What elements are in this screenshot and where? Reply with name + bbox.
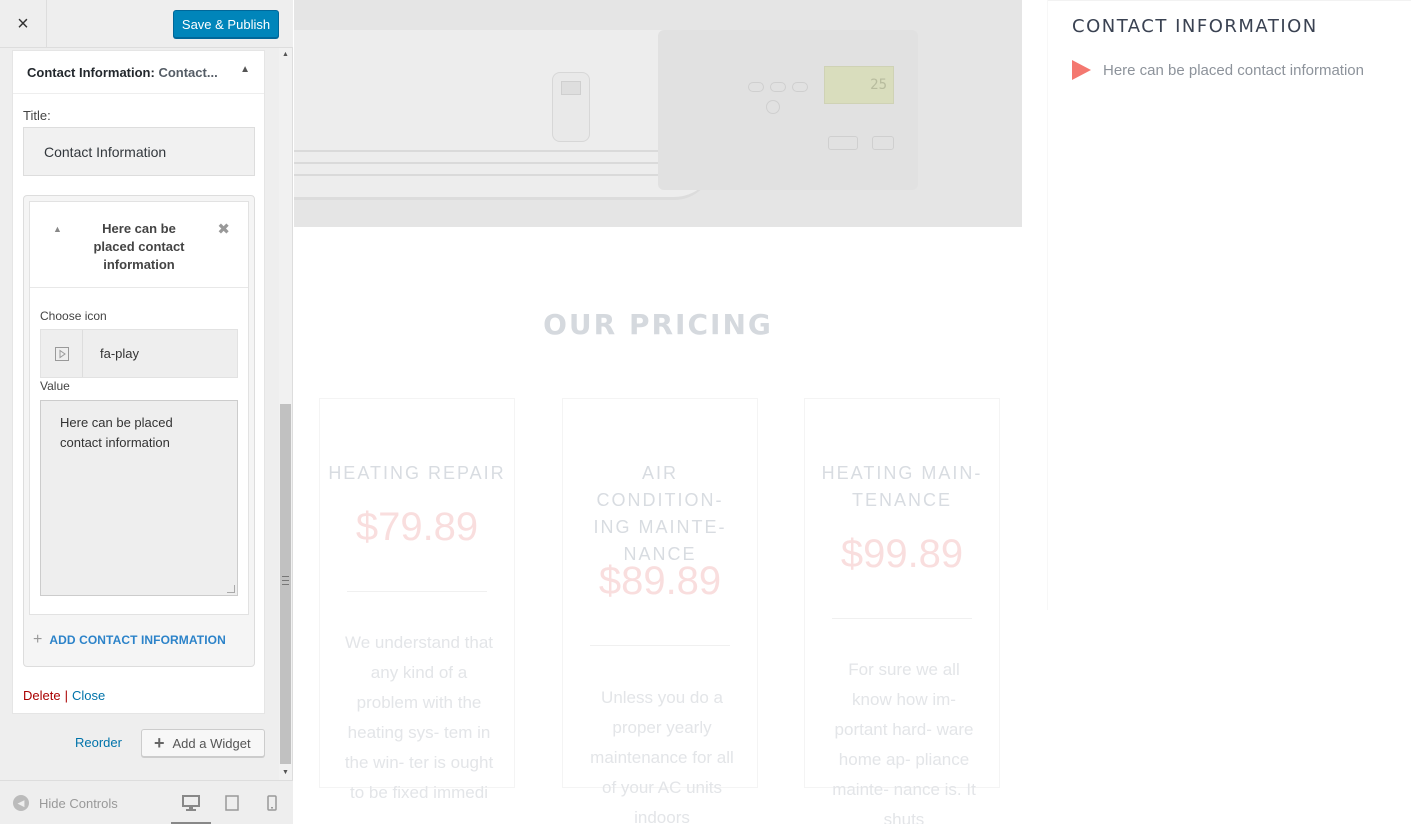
contact-widget-item: Here can be placed contact information xyxy=(1072,60,1364,80)
remote-screen xyxy=(561,81,581,95)
pricing-card-divider xyxy=(347,591,487,592)
pricing-card-price: $99.89 xyxy=(840,532,964,576)
mobile-icon[interactable] xyxy=(262,793,282,813)
save-publish-button[interactable]: Save & Publish xyxy=(173,10,279,38)
pricing-card: AIR CONDITION- ING MAINTE- NANCE $89.89 … xyxy=(562,398,758,824)
pricing-card-description: We understand that any kind of a problem… xyxy=(344,633,494,802)
pricing-card-divider xyxy=(832,618,972,619)
thermostat-button xyxy=(872,136,894,150)
ac-slat xyxy=(294,150,704,152)
thermostat-button xyxy=(828,136,858,150)
scroll-up-arrow-icon[interactable]: ▲ xyxy=(279,48,292,60)
customizer-screen: × Save & Publish Contact Information: Co… xyxy=(0,0,1411,824)
add-widget-label: Add a Widget xyxy=(172,735,251,751)
resize-handle-icon[interactable] xyxy=(227,585,235,593)
widget-header[interactable]: Contact Information: Contact... ▲ xyxy=(13,51,264,94)
hero-image: 25 xyxy=(294,0,1022,227)
sidebar-widget-area: CONTACT INFORMATION Here can be placed c… xyxy=(1047,0,1411,610)
add-contact-label: ADD CONTACT INFORMATION xyxy=(49,633,226,647)
contact-item-header: ▲ Here can be placed contact information… xyxy=(30,202,248,288)
widget-title-main: Contact Information: xyxy=(27,65,155,80)
widget-area-divider xyxy=(1048,0,1411,1)
collapse-sidebar-icon: ◀ xyxy=(13,795,29,811)
contact-item-title: Here can be placed contact information xyxy=(93,221,185,272)
pricing-card-name: AIR CONDITION- ING MAINTE- NANCE xyxy=(593,463,727,564)
play-square-icon xyxy=(41,330,83,377)
thermostat-button xyxy=(748,82,764,92)
customizer-sidebar: × Save & Publish Contact Information: Co… xyxy=(0,0,293,824)
pricing-card-name: HEATING MAIN- TENANCE xyxy=(821,463,983,510)
remove-item-icon[interactable]: ✖ xyxy=(217,220,230,238)
pricing-card-description: For sure we all know how im- portant har… xyxy=(832,660,976,824)
pricing-card-price: $89.89 xyxy=(598,559,722,603)
hide-controls-label: Hide Controls xyxy=(39,795,118,811)
thermostat-button xyxy=(770,82,786,92)
thermostat-button xyxy=(792,82,808,92)
contact-item: ▲ Here can be placed contact information… xyxy=(29,201,249,615)
thermostat-illustration: 25 xyxy=(658,30,918,190)
panel-scrollbar[interactable]: ▲ ▼ xyxy=(279,48,292,780)
remote-control-illustration xyxy=(552,72,590,142)
customizer-header: × Save & Publish xyxy=(0,0,293,48)
contact-widget-text: Here can be placed contact information xyxy=(1103,61,1364,79)
value-textarea-text: Here can be placed contact information xyxy=(60,415,173,450)
thermostat-display: 25 xyxy=(824,66,894,104)
pricing-card-description: Unless you do a proper yearly maintenanc… xyxy=(590,688,734,824)
pricing-card: HEATING REPAIR $79.89 We understand that… xyxy=(319,398,515,802)
add-contact-information-button[interactable]: + ADD CONTACT INFORMATION xyxy=(33,632,226,648)
ac-slat xyxy=(294,162,704,164)
desktop-icon[interactable] xyxy=(171,793,211,824)
icon-picker-value: fa-play xyxy=(100,346,140,361)
ac-slat xyxy=(294,174,704,176)
close-link[interactable]: Close xyxy=(72,688,105,703)
plus-icon: + xyxy=(154,733,165,753)
air-conditioner-illustration xyxy=(294,30,714,200)
pricing-card-price: $79.89 xyxy=(355,505,479,549)
add-widget-button[interactable]: + Add a Widget xyxy=(141,729,265,757)
icon-picker[interactable]: fa-play xyxy=(40,329,238,378)
close-customizer-button[interactable]: × xyxy=(0,0,47,48)
grip-icon xyxy=(282,576,289,585)
pricing-section-title: OUR PRICING xyxy=(543,308,773,341)
collapse-arrow-icon[interactable]: ▲ xyxy=(240,64,250,75)
choose-icon-label: Choose icon xyxy=(40,309,107,323)
widget-title: Contact Information: Contact... xyxy=(27,65,218,80)
pricing-card: HEATING MAIN- TENANCE $99.89 For sure we… xyxy=(804,398,1000,824)
widget-actions: Delete | Close xyxy=(23,688,105,703)
pricing-card-name: HEATING REPAIR xyxy=(328,463,506,483)
title-input[interactable]: Contact Information xyxy=(23,127,255,176)
customizer-footer: ◀ Hide Controls xyxy=(0,780,293,824)
delete-link[interactable]: Delete xyxy=(23,688,61,703)
plus-icon: + xyxy=(33,631,43,648)
value-textarea[interactable]: Here can be placed contact information xyxy=(40,400,238,596)
thermostat-dial xyxy=(766,100,780,114)
play-icon xyxy=(1072,60,1091,80)
contact-repeater: ▲ Here can be placed contact information… xyxy=(23,195,255,667)
action-separator: | xyxy=(64,688,68,703)
tablet-icon[interactable] xyxy=(222,793,242,813)
contact-widget-title: CONTACT INFORMATION xyxy=(1072,16,1318,37)
scroll-down-arrow-icon[interactable]: ▼ xyxy=(279,766,292,778)
customizer-panel: Contact Information: Contact... ▲ Title:… xyxy=(0,48,281,780)
item-collapse-icon[interactable]: ▲ xyxy=(53,224,62,234)
pricing-card-divider xyxy=(590,645,730,646)
site-preview: 25 OUR PRICING HEATING REPAIR $79.89 We … xyxy=(294,0,1411,824)
widget-title-sub: Contact... xyxy=(158,65,218,80)
contact-information-widget: Contact Information: Contact... ▲ Title:… xyxy=(12,50,265,714)
title-field-label: Title: xyxy=(23,108,51,123)
value-label: Value xyxy=(40,379,70,393)
hide-controls-button[interactable]: ◀ Hide Controls xyxy=(13,795,118,811)
scroll-thumb[interactable] xyxy=(280,404,291,764)
close-icon: × xyxy=(17,12,29,35)
reorder-link[interactable]: Reorder xyxy=(75,735,122,750)
